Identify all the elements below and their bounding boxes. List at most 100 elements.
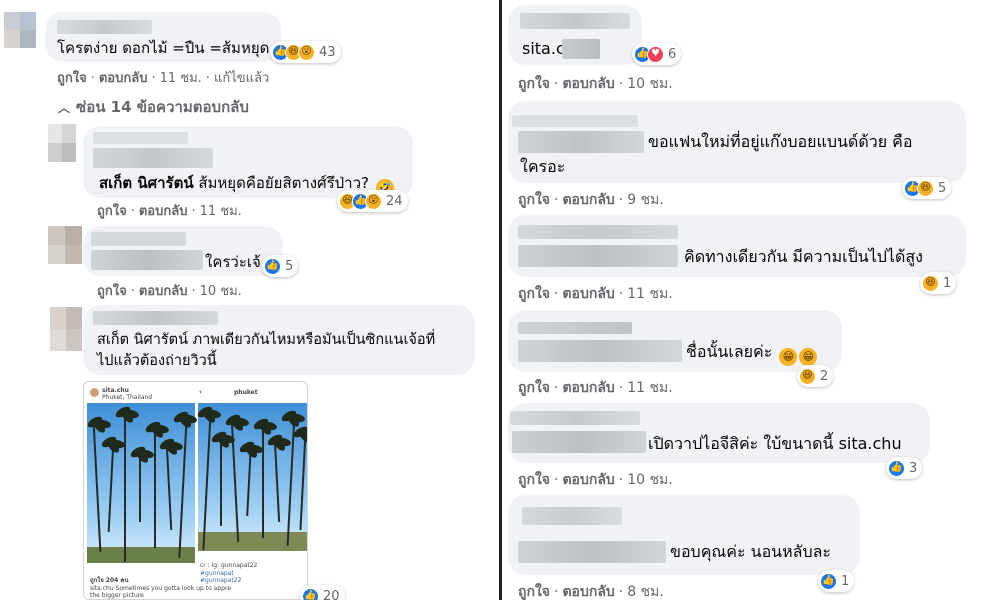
palm-tree	[220, 437, 222, 526]
blurred-commenter-name	[518, 340, 682, 362]
blurred-commenter-name	[518, 131, 644, 153]
timestamp[interactable]: 8 ชม.	[627, 584, 664, 600]
post-title: phuket	[234, 389, 258, 396]
left-comment-panel: โครตง่าย ดอกไม้ =ปืน =ส้มหยุด 👍 😆 😮 43 ถ…	[0, 0, 499, 600]
blurred-commenter-name	[57, 20, 152, 34]
blurred-commenter-name	[512, 431, 646, 453]
reaction-summary[interactable]: 👍 5	[262, 255, 299, 277]
palm-tree	[154, 427, 156, 548]
comment-body: ชื่อนั้นเลยค่ะ	[686, 342, 773, 361]
palm-tree	[124, 412, 126, 562]
reaction-count: 2	[820, 368, 829, 384]
like-link[interactable]: ถูกใจ	[518, 76, 550, 92]
blurred-commenter-name	[520, 13, 630, 29]
reaction-summary[interactable]: 👍 ♥ 6	[632, 43, 682, 65]
reply-actions: ถูกใจ · ตอบกลับ · 11 ชม.	[97, 204, 242, 219]
reaction-summary[interactable]: 😆 1	[920, 272, 957, 294]
blurred-commenter-name	[522, 507, 622, 525]
comment-actions: ถูกใจ · ตอบกลับ · 11 ชม.	[518, 380, 673, 396]
like-link[interactable]: ถูกใจ	[518, 584, 550, 600]
grinning-emoji-icon: 😁	[779, 348, 798, 366]
post-credit: cr : ig: gunnapat22	[200, 562, 258, 569]
blurred-commenter-name	[91, 250, 203, 270]
reply-link[interactable]: ตอบกลับ	[562, 472, 614, 488]
like-link[interactable]: ถูกใจ	[57, 71, 87, 86]
reply-bubble: สเก็ต นิศารัตน์ ภาพเดียวกันไหมหรือมันเป็…	[83, 305, 475, 375]
like-link[interactable]: ถูกใจ	[518, 286, 550, 302]
blurred-commenter-name	[93, 148, 213, 168]
avatar[interactable]	[48, 226, 82, 264]
timestamp[interactable]: 11 ชม.	[200, 204, 242, 219]
comment-bubble: sita.c	[508, 5, 642, 65]
comment-text-line2: ใครอะ	[520, 157, 566, 176]
like-link[interactable]: ถูกใจ	[518, 192, 550, 208]
reaction-count: 3	[909, 460, 918, 476]
timestamp[interactable]: 10 ชม.	[627, 76, 672, 92]
hide-replies-button[interactable]: ︿ ซ่อน 14 ข้อความตอบกลับ	[58, 95, 249, 119]
reaction-count: 1	[841, 573, 850, 589]
timestamp[interactable]: 9 ชม.	[627, 192, 664, 208]
like-link[interactable]: ถูกใจ	[97, 204, 127, 219]
post-likes: ถูกใจ 204 คน	[90, 577, 129, 584]
reaction-summary[interactable]: 👍 1	[818, 570, 855, 592]
reaction-summary[interactable]: 😆 2	[797, 365, 834, 387]
reaction-summary[interactable]: 👍 😆 😮 43	[270, 41, 341, 63]
blurred-commenter-name	[518, 541, 666, 563]
right-comment-panel: sita.c 👍 ♥ 6 ถูกใจ · ตอบกลับ · 10 ชม. ขอแฟนใ…	[502, 0, 1000, 600]
comment-text: เปิดวาปไอจีสิค่ะ ใบ้ขนาดนี้ sita.chu	[648, 434, 902, 453]
reply-link[interactable]: ตอบกลับ	[562, 380, 614, 396]
avatar[interactable]	[48, 124, 76, 162]
hide-replies-label: ซ่อน 14 ข้อความตอบกลับ	[76, 98, 249, 116]
comment-text: โครตง่าย ดอกไม้ =ปืน =ส้มหยุด	[57, 39, 270, 57]
haha-reaction-icon: 😆	[799, 367, 816, 385]
comment-bubble: โครตง่าย ดอกไม้ =ปืน =ส้มหยุด	[45, 12, 281, 62]
like-link[interactable]: ถูกใจ	[518, 472, 550, 488]
timestamp[interactable]: 10 ชม.	[200, 284, 242, 299]
reaction-count: 1	[943, 275, 952, 291]
timestamp[interactable]: 10 ชม.	[627, 472, 672, 488]
reply-link[interactable]: ตอบกลับ	[139, 204, 188, 219]
reply-text-line1: สเก็ต นิศารัตน์ ภาพเดียวกันไหมหรือมันเป็…	[97, 332, 436, 348]
like-link[interactable]: ถูกใจ	[518, 380, 550, 396]
timestamp[interactable]: 11 ชม.	[160, 71, 202, 86]
reply-text: ใครว่ะเจ้	[205, 253, 261, 271]
like-link[interactable]: ถูกใจ	[97, 284, 127, 299]
attached-screenshot-image[interactable]: sita.chu Phuket, Thailand ‹ phuket ถูกใจ…	[83, 381, 308, 600]
comment-text: sita.c	[522, 39, 565, 58]
comment-bubble: คิดทางเดียวกัน มีความเป็นไปได้สูง	[508, 215, 966, 277]
reaction-summary[interactable]: 👍 20	[300, 585, 345, 600]
comment-actions: ถูกใจ · ตอบกลับ · 9 ชม.	[518, 192, 664, 208]
haha-reaction-icon: 😆	[917, 179, 934, 197]
comment-actions: ถูกใจ · ตอบกลับ · 11 ชม. · แก้ไขแล้ว	[57, 71, 270, 86]
mentioned-user[interactable]: สเก็ต นิศารัตน์	[99, 174, 194, 192]
post-location: Phuket, Thailand	[102, 394, 153, 401]
reply-bubble: สเก็ต นิศารัตน์ ส้มหยุดคือยัยสิตางศ์รึป่…	[83, 126, 413, 198]
back-arrow-icon: ‹	[199, 387, 203, 396]
reply-body: ส้มหยุดคือยัยสิตางศ์รึป่าว?	[198, 174, 369, 192]
timestamp[interactable]: 11 ชม.	[627, 380, 672, 396]
chevron-up-icon: ︿	[58, 101, 71, 115]
reply-link[interactable]: ตอบกลับ	[99, 71, 148, 86]
blurred-commenter-name	[518, 225, 678, 239]
comment-text: คิดทางเดียวกัน มีความเป็นไปได้สูง	[684, 247, 923, 266]
avatar[interactable]	[50, 307, 82, 351]
comment-actions: ถูกใจ · ตอบกลับ · 11 ชม.	[518, 286, 673, 302]
reply-link[interactable]: ตอบกลับ	[562, 584, 614, 600]
reaction-summary[interactable]: 😆 👍 😮 24	[337, 190, 408, 212]
like-reaction-icon: 👍	[820, 572, 837, 590]
reply-actions: ถูกใจ · ตอบกลับ · 10 ชม.	[97, 284, 242, 299]
palm-tree	[262, 424, 264, 538]
reply-link[interactable]: ตอบกลับ	[562, 192, 614, 208]
timestamp[interactable]: 11 ชม.	[627, 286, 672, 302]
reply-bubble: ใครว่ะเจ้	[83, 226, 283, 276]
reply-link[interactable]: ตอบกลับ	[139, 284, 188, 299]
avatar[interactable]	[4, 12, 36, 48]
reply-link[interactable]: ตอบกลับ	[562, 76, 614, 92]
post-username: sita.chu	[102, 387, 129, 394]
reply-link[interactable]: ตอบกลับ	[562, 286, 614, 302]
reaction-summary[interactable]: 👍 😆 5	[902, 177, 952, 199]
blurred-text	[562, 39, 600, 59]
reaction-summary[interactable]: 👍 3	[886, 457, 923, 479]
comment-bubble: ชื่อนั้นเลยค่ะ 😁 😁	[508, 310, 842, 372]
reaction-count: 43	[319, 44, 336, 60]
